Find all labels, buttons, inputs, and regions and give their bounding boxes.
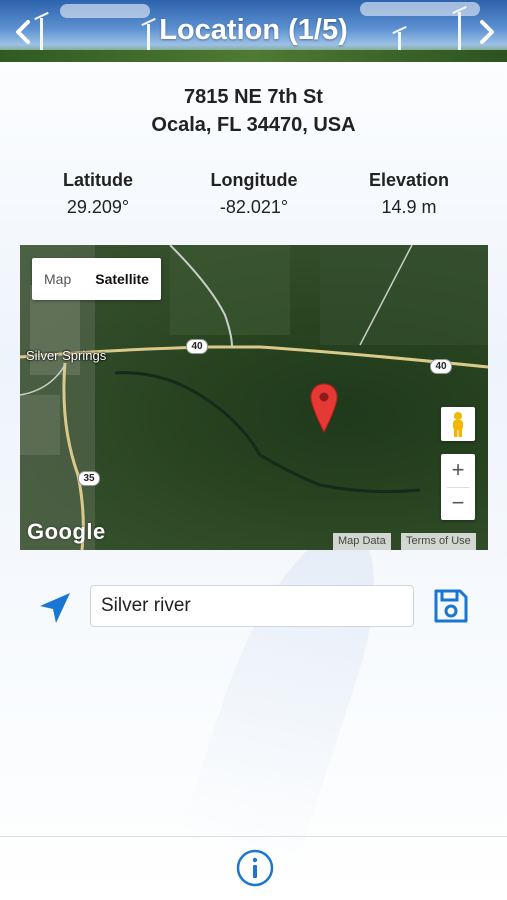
location-name-input[interactable] xyxy=(90,585,414,627)
info-circle-icon xyxy=(236,849,274,887)
latitude-label: Latitude xyxy=(63,170,133,190)
zoom-divider xyxy=(447,487,469,488)
info-button[interactable] xyxy=(235,848,275,888)
map-view[interactable]: Map Satellite Silver Springs 40 40 35 + … xyxy=(20,245,488,550)
footer-divider xyxy=(0,836,507,837)
save-button[interactable] xyxy=(432,587,470,625)
prev-location-button[interactable] xyxy=(8,16,38,48)
chevron-right-icon xyxy=(480,20,494,44)
page-title: Location (1/5) xyxy=(159,14,348,46)
next-location-button[interactable] xyxy=(472,16,502,48)
longitude-label: Longitude xyxy=(210,170,298,190)
zoom-in-button[interactable]: + xyxy=(441,454,475,487)
google-logo: Google xyxy=(27,519,106,544)
elevation-block: Elevation 14.9 m xyxy=(334,170,484,218)
route-shield-40-east: 40 xyxy=(430,359,452,374)
address-line-2: Ocala, FL 34470, USA xyxy=(151,114,356,136)
chevron-left-icon xyxy=(16,20,30,44)
pegman-icon xyxy=(453,412,463,437)
map-type-toggle: Map Satellite xyxy=(32,258,161,300)
map-type-satellite-option[interactable]: Satellite xyxy=(83,258,161,300)
place-label: Silver Springs xyxy=(26,348,107,363)
hill-strip xyxy=(0,50,507,62)
navigation-arrow-icon xyxy=(40,593,70,623)
floppy-disk-icon xyxy=(434,589,468,623)
latitude-value: 29.209° xyxy=(66,197,130,217)
current-location-button[interactable] xyxy=(37,590,73,626)
background-swoosh xyxy=(180,509,400,871)
latitude-block: Latitude 29.209° xyxy=(23,170,173,218)
map-type-map-option[interactable]: Map xyxy=(32,258,83,300)
route-shield-40: 40 xyxy=(186,339,208,354)
terms-of-use-link[interactable]: Terms of Use xyxy=(401,533,476,550)
elevation-value: 14.9 m xyxy=(381,197,437,217)
header-bar: Location (1/5) xyxy=(0,0,507,62)
address-line-1: 7815 NE 7th St xyxy=(184,86,323,108)
longitude-block: Longitude -82.021° xyxy=(179,170,329,218)
map-marker-icon[interactable] xyxy=(310,383,338,433)
zoom-out-button[interactable]: − xyxy=(441,487,475,520)
street-view-button[interactable] xyxy=(441,407,475,441)
longitude-value: -82.021° xyxy=(219,197,289,217)
route-shield-35: 35 xyxy=(78,471,100,486)
elevation-label: Elevation xyxy=(368,170,450,190)
zoom-controls: + − xyxy=(441,454,475,520)
map-data-link[interactable]: Map Data xyxy=(333,533,391,550)
